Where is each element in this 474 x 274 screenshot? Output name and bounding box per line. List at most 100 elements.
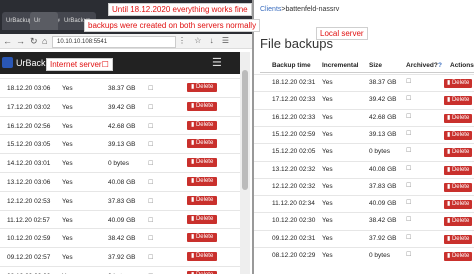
incremental-cell: Yes — [62, 160, 73, 168]
size-cell: 40.08 GB — [369, 165, 397, 173]
delete-button[interactable]: ▮ Delete — [187, 83, 218, 92]
annotation-both-servers: backups were created on both servers nor… — [84, 19, 261, 32]
size-cell: 39.13 GB — [369, 130, 397, 138]
archived-checkbox[interactable]: ☐ — [148, 85, 153, 92]
delete-label: Delete — [195, 159, 214, 166]
backup-time-cell: 17.12.20 02:33 — [272, 96, 316, 104]
column-header-size[interactable]: Size — [369, 62, 382, 69]
archived-checkbox[interactable]: ☐ — [148, 141, 153, 148]
archived-checkbox[interactable]: ☐ — [406, 95, 411, 102]
delete-button[interactable]: ▮ Delete — [444, 130, 473, 140]
archived-checkbox[interactable]: ☐ — [148, 217, 153, 224]
delete-button[interactable]: ▮ Delete — [187, 214, 218, 224]
backup-time-cell: 12.12.20 02:32 — [272, 182, 316, 190]
table-row: 13.12.20 02:32 Yes 40.08 GB ☐ ▮ Delete — [254, 160, 474, 179]
archived-checkbox[interactable]: ☐ — [148, 104, 153, 111]
archived-checkbox[interactable]: ☐ — [406, 130, 411, 137]
delete-button[interactable]: ▮ Delete — [187, 195, 218, 205]
delete-button[interactable]: ▮ Delete — [187, 233, 218, 243]
archived-checkbox[interactable]: ☐ — [406, 251, 411, 258]
toolbar-icons[interactable]: ⋮ ☆ ↓ ☰ — [178, 36, 232, 46]
delete-button[interactable]: ▮ Delete — [187, 120, 218, 130]
column-header-incremental[interactable]: Incremental — [322, 62, 359, 69]
delete-button[interactable]: ▮ Delete — [444, 113, 473, 123]
archived-checkbox[interactable]: ☐ — [148, 254, 153, 261]
delete-button[interactable]: ▮ Delete — [444, 148, 473, 158]
breadcrumb-clients-link[interactable]: Clients — [260, 6, 281, 13]
scrollbar-thumb[interactable] — [242, 70, 248, 190]
incremental-cell: Yes — [62, 122, 73, 130]
address-bar[interactable]: 10.10.10.108:5541 — [52, 36, 176, 48]
archived-checkbox[interactable]: ☐ — [148, 160, 153, 167]
incremental-cell: Yes — [62, 216, 73, 224]
size-cell: 42.68 GB — [369, 113, 397, 121]
browser-nav-bar: ← → ↻ ⌂ 10.10.10.108:5541 ⋮ ☆ ↓ ☰ — [0, 34, 252, 49]
delete-button[interactable]: ▮ Delete — [187, 139, 218, 149]
archived-checkbox[interactable]: ☐ — [406, 234, 411, 241]
size-cell: 40.08 GB — [108, 179, 136, 186]
backup-time-cell: 16.12.20 02:56 — [7, 122, 51, 130]
incremental-cell: Yes — [322, 130, 333, 138]
back-arrow-icon[interactable]: ← — [3, 36, 12, 46]
archived-checkbox[interactable]: ☐ — [406, 216, 411, 223]
delete-label: Delete — [451, 149, 470, 156]
size-cell: 37.92 GB — [369, 234, 397, 242]
backup-time-cell: 15.12.20 02:05 — [272, 148, 316, 156]
table-row: 15.12.20 02:05 Yes 0 bytes ☐ ▮ Delete — [254, 143, 474, 161]
backup-time-cell: 08.12.20 02:29 — [272, 252, 316, 259]
browser-tab-ur[interactable]: Ur — [30, 12, 58, 30]
archived-checkbox[interactable]: ☐ — [406, 147, 411, 154]
archived-checkbox[interactable]: ☐ — [406, 182, 411, 189]
incremental-cell: Yes — [322, 234, 333, 242]
delete-button[interactable]: ▮ Delete — [187, 177, 218, 186]
archived-checkbox[interactable]: ☐ — [148, 198, 153, 205]
menu-icon[interactable]: ☰ — [212, 57, 222, 69]
incremental-cell: Yes — [62, 197, 73, 205]
incremental-cell: Yes — [322, 113, 333, 121]
delete-button[interactable]: ▮ Delete — [187, 101, 218, 111]
archived-checkbox[interactable]: ☐ — [148, 123, 153, 130]
delete-button[interactable]: ▮ Delete — [444, 79, 473, 88]
delete-label: Delete — [195, 84, 214, 90]
delete-button[interactable]: ▮ Delete — [444, 200, 473, 210]
delete-button[interactable]: ▮ Delete — [444, 96, 473, 106]
archived-checkbox[interactable]: ☐ — [148, 179, 153, 186]
size-cell: 37.83 GB — [369, 182, 397, 190]
delete-label: Delete — [195, 253, 214, 260]
size-cell: 37.83 GB — [108, 197, 136, 205]
size-cell: 42.68 GB — [108, 122, 136, 130]
forward-arrow-icon[interactable]: → — [16, 36, 25, 46]
delete-label: Delete — [451, 166, 470, 173]
size-cell: 39.13 GB — [108, 141, 136, 149]
tab-title: Ur — [34, 18, 41, 24]
delete-button[interactable]: ▮ Delete — [187, 252, 218, 262]
breadcrumb-client: >battenfeld-nassrv — [281, 6, 340, 13]
delete-label: Delete — [195, 215, 214, 222]
archived-help-icon[interactable]: ? — [438, 62, 442, 69]
size-cell: 0 bytes — [108, 160, 129, 168]
delete-button[interactable]: ▮ Delete — [187, 158, 218, 168]
backup-time-cell: 09.12.20 02:31 — [272, 234, 316, 242]
delete-label: Delete — [451, 97, 470, 104]
size-cell: 0 bytes — [369, 252, 390, 259]
archived-checkbox[interactable]: ☐ — [406, 199, 411, 206]
delete-button[interactable]: ▮ Delete — [444, 252, 473, 261]
delete-button[interactable]: ▮ Delete — [444, 234, 473, 244]
archived-checkbox[interactable]: ☐ — [148, 235, 153, 242]
delete-label: Delete — [451, 201, 470, 208]
column-header-backup-time[interactable]: Backup time — [272, 62, 311, 69]
size-cell: 38.42 GB — [369, 217, 397, 225]
incremental-cell: Yes — [322, 200, 333, 208]
home-icon[interactable]: ⌂ — [42, 36, 47, 46]
incremental-cell: Yes — [62, 254, 73, 262]
delete-label: Delete — [451, 253, 470, 259]
archived-checkbox[interactable]: ☐ — [406, 165, 411, 172]
size-cell: 37.92 GB — [108, 254, 136, 262]
backup-time-cell: 13.12.20 02:32 — [272, 165, 316, 173]
delete-button[interactable]: ▮ Delete — [444, 182, 473, 192]
delete-button[interactable]: ▮ Delete — [444, 165, 473, 175]
reload-icon[interactable]: ↻ — [30, 36, 38, 46]
delete-button[interactable]: ▮ Delete — [444, 217, 473, 227]
archived-checkbox[interactable]: ☐ — [406, 78, 411, 85]
archived-checkbox[interactable]: ☐ — [406, 113, 411, 120]
